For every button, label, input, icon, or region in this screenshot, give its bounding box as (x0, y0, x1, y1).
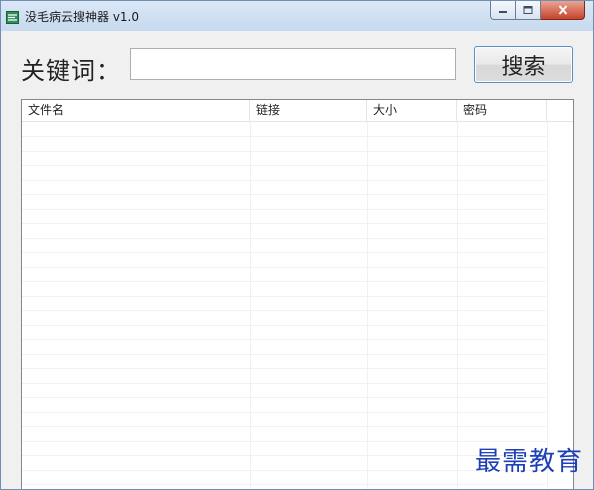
empty-grid-row (22, 456, 546, 471)
search-button[interactable]: 搜索 (474, 46, 573, 83)
column-gridline (547, 122, 548, 489)
keyword-label: 关键词： (21, 57, 121, 85)
results-header: 文件名 链接 大小 密码 (22, 100, 573, 122)
empty-grid-row (22, 383, 546, 398)
empty-grid-row (22, 325, 546, 340)
column-filler (547, 100, 573, 121)
column-gridline (457, 122, 458, 489)
empty-grid-row (22, 369, 546, 384)
empty-grid-row (22, 311, 546, 326)
empty-grid-row (22, 267, 546, 282)
empty-grid-row (22, 180, 546, 195)
empty-grid-row (22, 224, 546, 239)
minimize-button[interactable] (490, 1, 516, 20)
empty-grid-row (22, 122, 546, 137)
minimize-icon (499, 11, 507, 13)
watermark-text: 最需教育 (475, 447, 584, 477)
column-filename[interactable]: 文件名 (22, 100, 250, 121)
empty-grid-row (22, 296, 546, 311)
empty-grid-row (22, 209, 546, 224)
column-size[interactable]: 大小 (367, 100, 457, 121)
app-window: 没毛病云搜神器 v1.0 关键词： 搜索 文件名 链接 大小 密码 最需教育 (0, 0, 594, 490)
results-list[interactable]: 文件名 链接 大小 密码 (21, 99, 574, 489)
maximize-icon (523, 6, 533, 14)
window-controls (490, 1, 585, 21)
window-title: 没毛病云搜神器 v1.0 (25, 10, 140, 24)
title-bar[interactable]: 没毛病云搜神器 v1.0 (1, 1, 593, 31)
empty-grid-row (22, 151, 546, 166)
empty-grid-row (22, 195, 546, 210)
close-icon (558, 5, 567, 15)
empty-grid-row (22, 137, 546, 152)
empty-grid-row (22, 427, 546, 442)
results-body (22, 122, 573, 489)
empty-grid-row (22, 166, 546, 181)
column-password[interactable]: 密码 (457, 100, 547, 121)
empty-grid-row (22, 253, 546, 268)
empty-grid-row (22, 354, 546, 369)
empty-grid-row (22, 412, 546, 427)
column-gridline (367, 122, 368, 489)
maximize-button[interactable] (516, 1, 541, 20)
empty-grid-row (22, 470, 546, 485)
close-button[interactable] (541, 1, 585, 20)
empty-grid-row (22, 238, 546, 253)
empty-grid-row (22, 441, 546, 456)
main-content: 关键词： 搜索 文件名 链接 大小 密码 (9, 31, 585, 489)
column-link[interactable]: 链接 (250, 100, 367, 121)
keyword-input[interactable] (130, 48, 456, 80)
empty-grid-row (22, 398, 546, 413)
empty-grid-row (22, 340, 546, 355)
column-gridline (250, 122, 251, 489)
app-icon (6, 9, 19, 24)
empty-grid-row (22, 282, 546, 297)
